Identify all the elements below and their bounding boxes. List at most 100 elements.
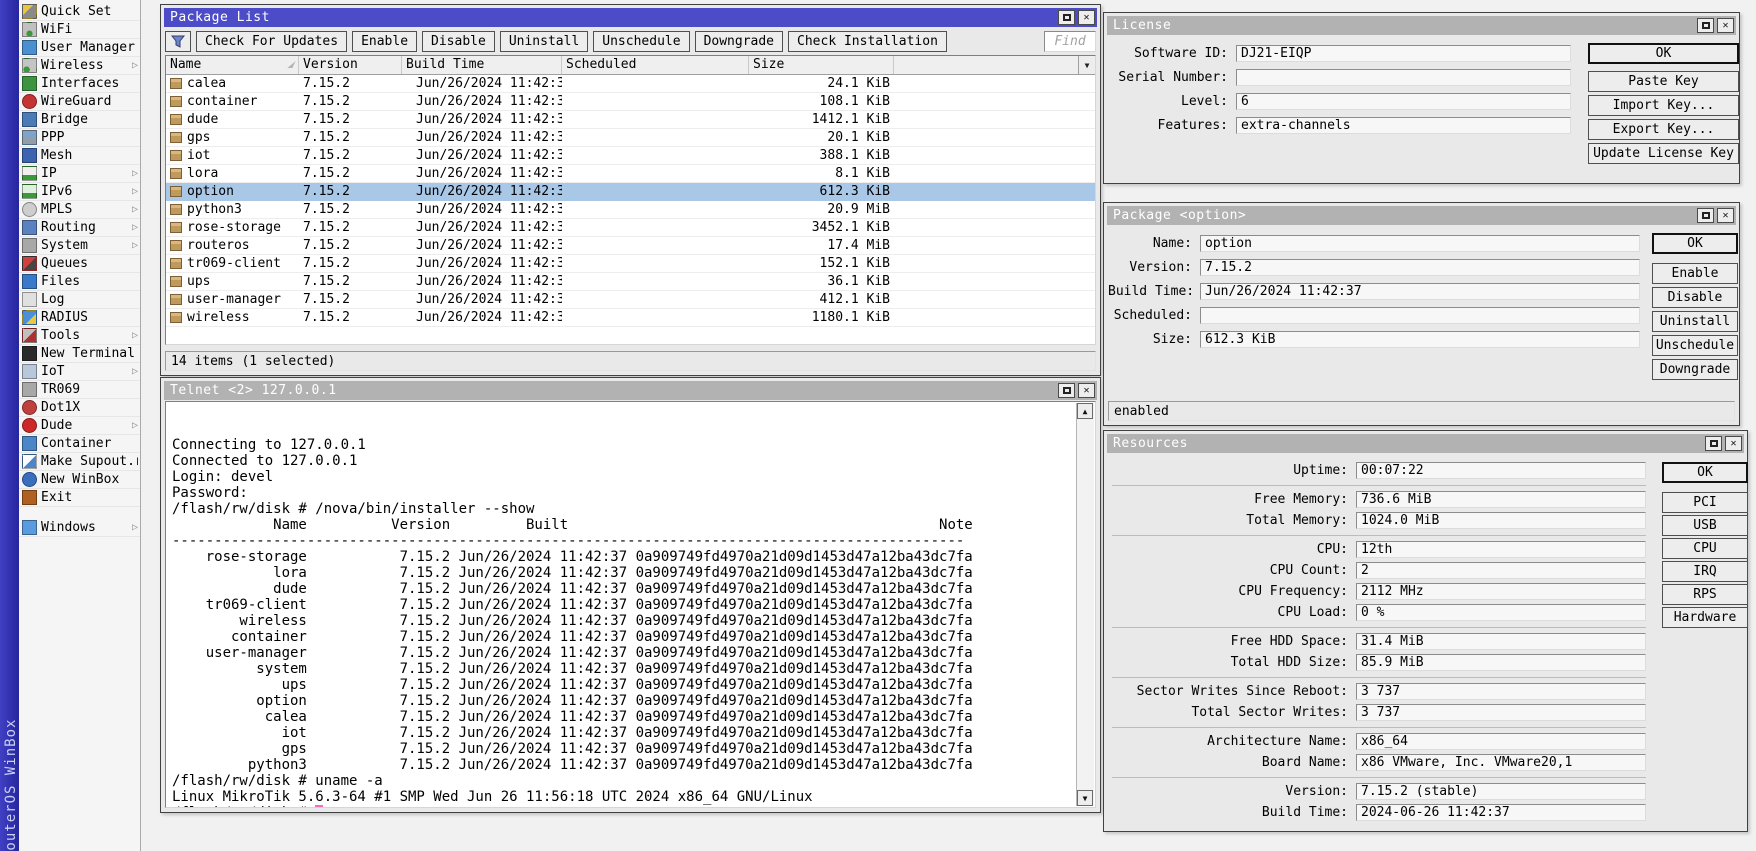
irq-button[interactable]: IRQ [1662, 561, 1748, 582]
close-icon[interactable]: ✕ [1725, 436, 1742, 451]
column-header-name[interactable]: Name [166, 56, 299, 74]
close-icon[interactable]: ✕ [1078, 10, 1095, 25]
build-time-field[interactable]: 2024-06-26 11:42:37 [1356, 804, 1646, 821]
resources-titlebar[interactable]: Resources ✕ [1107, 434, 1744, 453]
table-row-wireless[interactable]: wireless7.15.2Jun/26/2024 11:42:371180.1… [166, 309, 1095, 327]
software-id-field[interactable]: DJ21-EIQP [1236, 45, 1571, 62]
sidebar-item-wireless[interactable]: Wireless▷ [19, 57, 140, 75]
level-field[interactable]: 6 [1236, 93, 1571, 110]
features-field[interactable]: extra-channels [1236, 117, 1571, 134]
sidebar-item-tools[interactable]: Tools▷ [19, 327, 140, 345]
sidebar-item-interfaces[interactable]: Interfaces [19, 75, 140, 93]
table-row-dude[interactable]: dude7.15.2Jun/26/2024 11:42:371412.1 KiB [166, 111, 1095, 129]
ok-button[interactable]: OK [1588, 43, 1739, 64]
uninstall-button[interactable]: Uninstall [500, 31, 588, 52]
terminal-scrollbar[interactable]: ▲ ▼ [1076, 403, 1094, 806]
table-row-user-manager[interactable]: user-manager7.15.2Jun/26/2024 11:42:3741… [166, 291, 1095, 309]
build-time-field[interactable]: Jun/26/2024 11:42:37 [1200, 283, 1640, 300]
table-row-iot[interactable]: iot7.15.2Jun/26/2024 11:42:37388.1 KiB [166, 147, 1095, 165]
column-header-build-time[interactable]: Build Time [402, 56, 562, 74]
disable-button[interactable]: Disable [422, 31, 495, 52]
board-name-field[interactable]: x86 VMware, Inc. VMware20,1 [1356, 754, 1646, 771]
architecture-name-field[interactable]: x86_64 [1356, 733, 1646, 750]
maximize-icon[interactable] [1697, 18, 1714, 33]
uninstall-button[interactable]: Uninstall [1652, 311, 1738, 332]
sidebar-item-exit[interactable]: Exit [19, 489, 140, 507]
sector-writes-since-reboot-field[interactable]: 3 737 [1356, 683, 1646, 700]
serial-number-field[interactable] [1236, 69, 1571, 86]
enable-button[interactable]: Enable [352, 31, 417, 52]
scroll-down-icon[interactable]: ▼ [1077, 790, 1093, 806]
sidebar-item-routing[interactable]: Routing▷ [19, 219, 140, 237]
table-row-gps[interactable]: gps7.15.2Jun/26/2024 11:42:3720.1 KiB [166, 129, 1095, 147]
ok-button[interactable]: OK [1662, 462, 1748, 483]
total-sector-writes-field[interactable]: 3 737 [1356, 704, 1646, 721]
name-field[interactable]: option [1200, 235, 1640, 252]
version-field[interactable]: 7.15.2 (stable) [1356, 783, 1646, 800]
ok-button[interactable]: OK [1652, 233, 1738, 254]
column-header-version[interactable]: Version [299, 56, 402, 74]
cpu-field[interactable]: 12th [1356, 541, 1646, 558]
cpu-button[interactable]: CPU [1662, 538, 1748, 559]
sidebar-item-ip[interactable]: IP▷ [19, 165, 140, 183]
table-row-tr069-client[interactable]: tr069-client7.15.2Jun/26/2024 11:42:3715… [166, 255, 1095, 273]
cpu-count-field[interactable]: 2 [1356, 562, 1646, 579]
close-icon[interactable]: ✕ [1717, 18, 1734, 33]
unschedule-button[interactable]: Unschedule [593, 31, 689, 52]
paste-key-button[interactable]: Paste Key [1588, 71, 1739, 92]
table-row-python3[interactable]: python37.15.2Jun/26/2024 11:42:3720.9 Mi… [166, 201, 1095, 219]
table-row-lora[interactable]: lora7.15.2Jun/26/2024 11:42:378.1 KiB [166, 165, 1095, 183]
sidebar-item-queues[interactable]: Queues [19, 255, 140, 273]
table-row-container[interactable]: container7.15.2Jun/26/2024 11:42:37108.1… [166, 93, 1095, 111]
find-input[interactable] [1044, 31, 1096, 52]
sidebar-item-files[interactable]: Files [19, 273, 140, 291]
column-select-icon[interactable]: ▼ [1078, 56, 1095, 74]
free-hdd-space-field[interactable]: 31.4 MiB [1356, 633, 1646, 650]
maximize-icon[interactable] [1058, 10, 1075, 25]
maximize-icon[interactable] [1705, 436, 1722, 451]
cpu-load-field[interactable]: 0 % [1356, 604, 1646, 621]
update-license-key-button[interactable]: Update License Key [1588, 143, 1739, 164]
package-list-titlebar[interactable]: Package List ✕ [164, 8, 1097, 27]
sidebar-item-user-manager[interactable]: User Manager [19, 39, 140, 57]
sidebar-item-bridge[interactable]: Bridge [19, 111, 140, 129]
column-header-scheduled[interactable]: Scheduled [562, 56, 749, 74]
filter-icon[interactable] [165, 31, 191, 52]
downgrade-button[interactable]: Downgrade [695, 31, 783, 52]
version-field[interactable]: 7.15.2 [1200, 259, 1640, 276]
sidebar-item-dot1x[interactable]: Dot1X [19, 399, 140, 417]
sidebar-item-ppp[interactable]: PPP [19, 129, 140, 147]
sidebar-item-quick-set[interactable]: Quick Set [19, 3, 140, 21]
close-icon[interactable]: ✕ [1717, 208, 1734, 223]
check-installation-button[interactable]: Check Installation [788, 31, 947, 52]
unschedule-button[interactable]: Unschedule [1652, 335, 1738, 356]
scroll-up-icon[interactable]: ▲ [1077, 403, 1093, 419]
maximize-icon[interactable] [1697, 208, 1714, 223]
cpu-frequency-field[interactable]: 2112 MHz [1356, 583, 1646, 600]
disable-button[interactable]: Disable [1652, 287, 1738, 308]
sidebar-item-dude[interactable]: Dude▷ [19, 417, 140, 435]
export-key-button[interactable]: Export Key... [1588, 119, 1739, 140]
rps-button[interactable]: RPS [1662, 584, 1748, 605]
sidebar-item-radius[interactable]: RADIUS [19, 309, 140, 327]
sidebar-item-windows[interactable]: Windows▷ [19, 519, 140, 537]
scheduled-field[interactable] [1200, 307, 1640, 324]
uptime-field[interactable]: 00:07:22 [1356, 462, 1646, 479]
sidebar-item-system[interactable]: System▷ [19, 237, 140, 255]
import-key-button[interactable]: Import Key... [1588, 95, 1739, 116]
sidebar-item-new-winbox[interactable]: New WinBox [19, 471, 140, 489]
sidebar-item-iot[interactable]: IoT▷ [19, 363, 140, 381]
sidebar-item-wifi[interactable]: WiFi [19, 21, 140, 39]
size-field[interactable]: 612.3 KiB [1200, 331, 1640, 348]
sidebar-item-make-supout-rif[interactable]: Make Supout.rif [19, 453, 140, 471]
sidebar-item-ipv6[interactable]: IPv6▷ [19, 183, 140, 201]
sidebar-item-new-terminal[interactable]: New Terminal [19, 345, 140, 363]
free-memory-field[interactable]: 736.6 MiB [1356, 491, 1646, 508]
sidebar-item-container[interactable]: Container [19, 435, 140, 453]
license-titlebar[interactable]: License ✕ [1107, 16, 1736, 35]
table-row-option[interactable]: option7.15.2Jun/26/2024 11:42:37612.3 Ki… [166, 183, 1095, 201]
table-row-rose-storage[interactable]: rose-storage7.15.2Jun/26/2024 11:42:3734… [166, 219, 1095, 237]
usb-button[interactable]: USB [1662, 515, 1748, 536]
table-row-ups[interactable]: ups7.15.2Jun/26/2024 11:42:3736.1 KiB [166, 273, 1095, 291]
package-option-titlebar[interactable]: Package <option> ✕ [1107, 206, 1736, 225]
